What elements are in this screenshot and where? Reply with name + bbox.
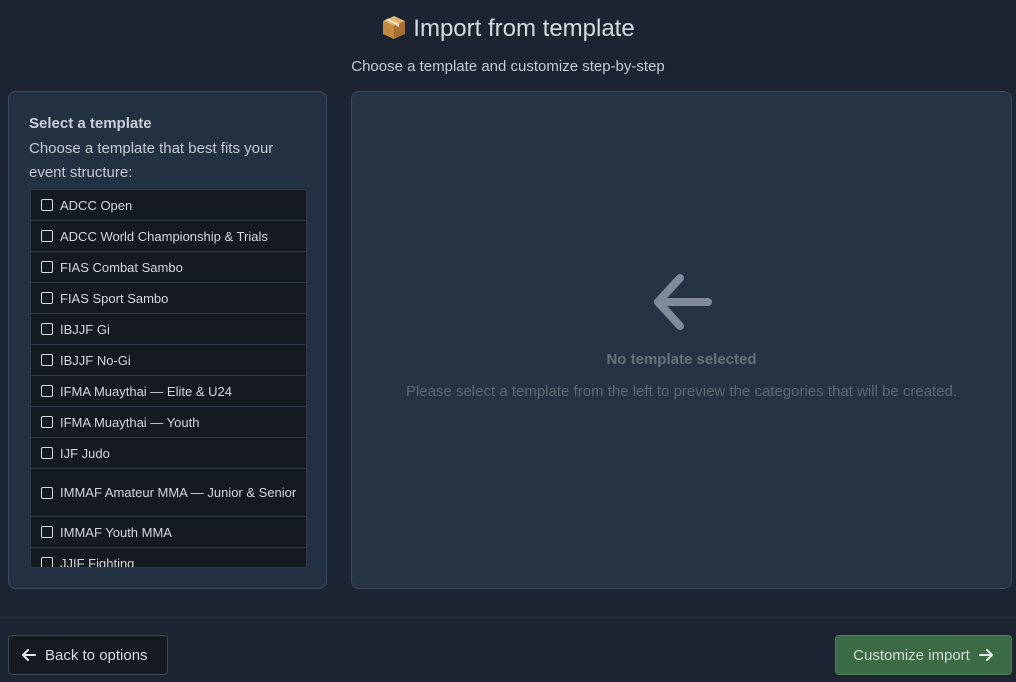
template-checkbox[interactable] bbox=[41, 230, 53, 242]
empty-state-title: No template selected bbox=[606, 351, 757, 368]
arrow-left-icon bbox=[22, 649, 36, 661]
template-checkbox[interactable] bbox=[41, 526, 53, 538]
customize-import-label: Customize import bbox=[853, 646, 970, 664]
arrow-right-icon bbox=[978, 649, 993, 661]
package-icon bbox=[381, 14, 407, 49]
template-item-label: IMMAF Youth MMA bbox=[60, 524, 172, 540]
template-checkbox[interactable] bbox=[41, 354, 53, 366]
template-list-item[interactable]: IBJJF No-Gi bbox=[31, 345, 306, 376]
template-list-item[interactable]: ADCC Open bbox=[31, 190, 306, 221]
back-to-options-button[interactable]: Back to options bbox=[8, 635, 168, 675]
template-list-item[interactable]: IMMAF Youth MMA bbox=[31, 517, 306, 548]
template-selection-description: Choose a template that best fits your ev… bbox=[29, 140, 274, 181]
template-list-item[interactable]: IBJJF Gi bbox=[31, 314, 306, 345]
template-selection-panel: Select a template Choose a template that… bbox=[8, 91, 327, 589]
page-title: Import from template bbox=[0, 13, 1016, 49]
template-item-label: IJF Judo bbox=[60, 445, 110, 461]
template-list-item[interactable]: ADCC World Championship & Trials bbox=[31, 221, 306, 252]
template-item-label: JJIF Fighting bbox=[60, 555, 135, 568]
template-checkbox[interactable] bbox=[41, 199, 53, 211]
page-title-text: Import from template bbox=[413, 15, 635, 42]
template-selection-heading: Select a template bbox=[29, 115, 152, 132]
template-preview-panel: No template selected Please select a tem… bbox=[351, 91, 1012, 589]
template-checkbox[interactable] bbox=[41, 385, 53, 397]
template-checkbox[interactable] bbox=[41, 416, 53, 428]
template-item-label: IFMA Muaythai — Youth bbox=[60, 414, 200, 430]
empty-state-description: Please select a template from the left t… bbox=[405, 383, 958, 400]
template-item-label: ADCC Open bbox=[60, 197, 133, 213]
template-list-item[interactable]: IFMA Muaythai — Youth bbox=[31, 407, 306, 438]
template-checkbox[interactable] bbox=[41, 323, 53, 335]
template-item-label: IBJJF No-Gi bbox=[60, 352, 131, 368]
arrow-left-icon bbox=[654, 274, 712, 330]
template-checkbox[interactable] bbox=[41, 261, 53, 273]
footer-divider bbox=[0, 617, 1016, 618]
template-item-label: IBJJF Gi bbox=[60, 321, 110, 337]
template-item-label: IFMA Muaythai — Elite & U24 bbox=[60, 383, 232, 399]
template-checkbox[interactable] bbox=[41, 557, 53, 567]
template-list[interactable]: ADCC Open ADCC World Championship & Trial… bbox=[30, 189, 307, 568]
template-item-label: FIAS Combat Sambo bbox=[60, 259, 183, 275]
template-list-item[interactable]: FIAS Sport Sambo bbox=[31, 283, 306, 314]
customize-import-button[interactable]: Customize import bbox=[835, 635, 1012, 675]
template-list-item[interactable]: JJIF Fighting bbox=[31, 548, 306, 568]
template-list-item[interactable]: IFMA Muaythai — Elite & U24 bbox=[31, 376, 306, 407]
page-subtitle: Choose a template and customize step-by-… bbox=[351, 58, 665, 75]
template-checkbox[interactable] bbox=[41, 486, 53, 499]
template-checkbox[interactable] bbox=[41, 447, 53, 459]
template-item-label: FIAS Sport Sambo bbox=[60, 290, 169, 306]
template-list-item[interactable]: IJF Judo bbox=[31, 438, 306, 469]
template-item-label: ADCC World Championship & Trials bbox=[60, 228, 268, 244]
template-checkbox[interactable] bbox=[41, 292, 53, 304]
template-list-item[interactable]: FIAS Combat Sambo bbox=[31, 252, 306, 283]
template-item-label: IMMAF Amateur MMA — Junior & Senior bbox=[60, 485, 297, 500]
back-to-options-label: Back to options bbox=[45, 646, 148, 664]
template-list-item[interactable]: IMMAF Amateur MMA — Junior & Senior bbox=[31, 469, 306, 517]
